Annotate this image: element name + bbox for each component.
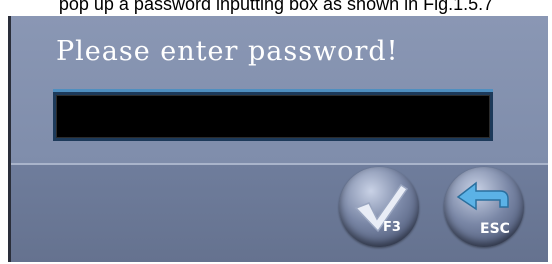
escape-button[interactable]: ESC xyxy=(444,167,524,247)
document-caption: pop up a password inputting box as shown… xyxy=(58,0,494,14)
password-input[interactable] xyxy=(56,95,490,138)
password-field-frame xyxy=(53,89,493,141)
escape-key-label: ESC xyxy=(480,221,510,237)
confirm-key-label: F3 xyxy=(383,220,401,235)
confirm-button[interactable]: F3 xyxy=(339,167,419,247)
password-prompt: Please enter password! xyxy=(56,36,399,67)
checkmark-icon xyxy=(354,183,409,233)
dialog-prompt-area: Please enter password! xyxy=(11,16,548,163)
